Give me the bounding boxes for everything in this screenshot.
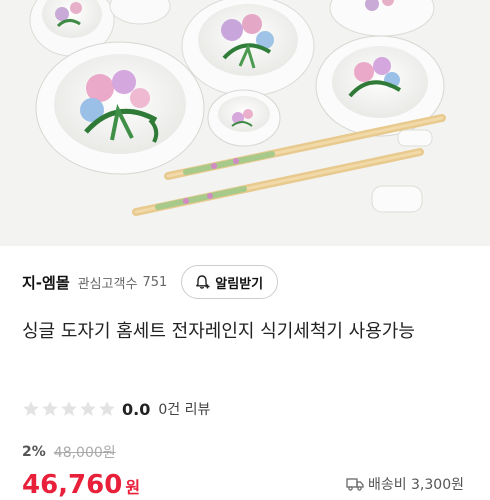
chopstick-rest-top bbox=[397, 129, 433, 147]
star-empty-icon bbox=[99, 401, 115, 416]
bowl-top-center bbox=[181, 0, 315, 97]
followers-label: 관심고객수 bbox=[77, 276, 138, 292]
rating-stars bbox=[22, 400, 116, 418]
review-count-link[interactable]: 0건 리뷰 bbox=[158, 399, 210, 419]
star-empty-icon bbox=[61, 401, 77, 416]
bowl-large-left bbox=[35, 41, 205, 175]
price-currency: 원 bbox=[125, 478, 141, 497]
store-info-row: 지-엠몰 관심고객수 751 알림받기 bbox=[22, 263, 472, 301]
star-empty-icon bbox=[42, 401, 58, 416]
rating-value: 0.0 bbox=[122, 399, 151, 419]
bowl-small-center bbox=[207, 89, 281, 147]
discount-rate: 2% bbox=[22, 444, 46, 460]
porcelain-set-illustration bbox=[0, 0, 490, 246]
star-empty-icon bbox=[80, 401, 96, 416]
rating-row[interactable]: 0.0 0건 리뷰 bbox=[22, 398, 210, 420]
delivery-truck-icon bbox=[346, 478, 364, 491]
product-image[interactable] bbox=[0, 0, 490, 246]
discount-row: 2% 48,000원 bbox=[22, 442, 116, 462]
star-empty-icon bbox=[23, 401, 39, 416]
chopstick-rest-bottom bbox=[371, 185, 423, 213]
bell-plus-icon bbox=[196, 275, 210, 289]
product-title: 싱글 도자기 홈세트 전자레인지 식기세척기 사용가능 bbox=[22, 321, 415, 342]
original-price: 48,000원 bbox=[53, 445, 116, 461]
shipping-info: 배송비 3,300원 bbox=[346, 474, 464, 494]
sale-price: 46,760 bbox=[22, 470, 123, 500]
price-row: 46,760 원 bbox=[22, 470, 140, 500]
shipping-fee: 배송비 3,300원 bbox=[367, 477, 464, 493]
alarm-subscribe-button[interactable]: 알림받기 bbox=[181, 265, 279, 299]
alarm-button-label: 알림받기 bbox=[215, 276, 264, 292]
store-name[interactable]: 지-엠몰 bbox=[22, 272, 70, 293]
followers-count: 751 bbox=[142, 274, 168, 290]
